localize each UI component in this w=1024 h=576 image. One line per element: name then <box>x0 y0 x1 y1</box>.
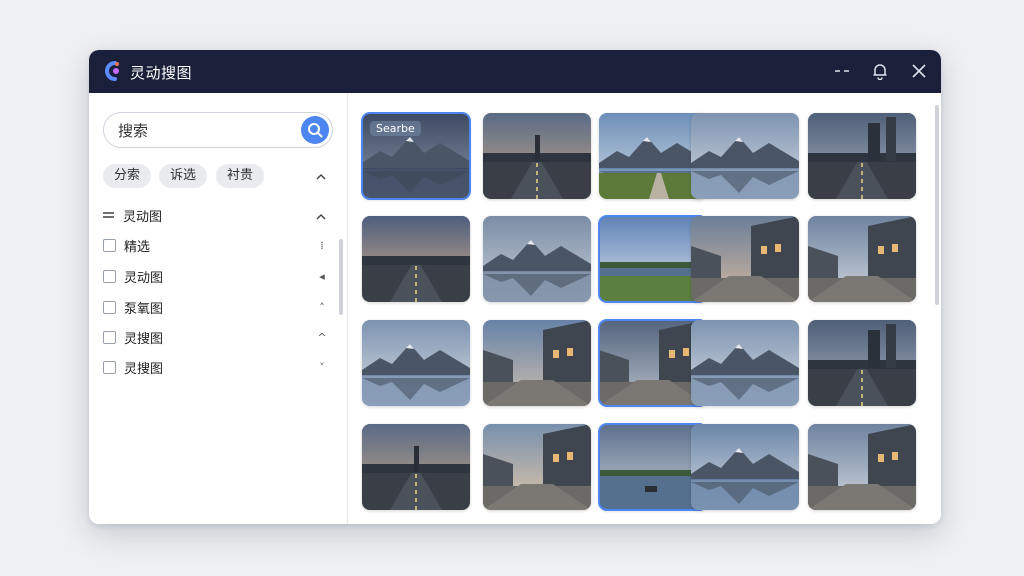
thumbnail-image <box>691 424 799 510</box>
search-button[interactable] <box>301 116 329 144</box>
row-toggle[interactable]: ˄ <box>315 301 329 314</box>
tree-item-animated[interactable]: 灵动图 <box>103 265 163 287</box>
image-thumbnail[interactable] <box>808 424 916 510</box>
menu-icon <box>103 212 114 218</box>
notification-button[interactable] <box>869 60 891 82</box>
tree-item-label: 精选 <box>124 239 151 255</box>
image-thumbnail[interactable] <box>362 216 470 302</box>
tree-item-root[interactable]: 灵动图 <box>103 204 162 226</box>
tree-item-label: 灵搜图 <box>124 361 164 377</box>
search-box <box>103 112 333 148</box>
image-thumbnail[interactable] <box>483 113 591 199</box>
thumbnail-tag: Searbe <box>370 121 421 136</box>
row-toggle[interactable]: ˅ <box>315 361 329 374</box>
image-thumbnail[interactable] <box>808 113 916 199</box>
search-icon <box>308 123 323 138</box>
row-toggle[interactable]: ◂ <box>315 270 329 283</box>
row-toggle[interactable]: ^ <box>315 331 329 344</box>
title-bar: 灵动搜图 <box>89 50 941 93</box>
thumbnail-image <box>808 216 916 302</box>
thumbnail-image <box>483 424 591 510</box>
close-button[interactable] <box>908 60 930 82</box>
minimize-button[interactable] <box>831 60 853 82</box>
checkbox[interactable] <box>103 269 116 283</box>
image-grid: Searbe <box>348 93 941 524</box>
tree-item-search-1[interactable]: 灵搜图 <box>103 326 163 348</box>
thumbnail-image <box>808 113 916 199</box>
sidebar: 分索 诉选 衬贵 灵动图 精选 ⁞ 灵动图 ◂ 泵氧图 ˄ 灵搜图 ^ <box>89 93 348 524</box>
row-toggle[interactable]: ⁞ <box>315 239 329 252</box>
image-thumbnail[interactable] <box>808 320 916 406</box>
image-thumbnail[interactable] <box>483 216 591 302</box>
app-title: 灵动搜图 <box>130 64 193 82</box>
minimize-icon <box>835 70 849 72</box>
tree-item-pump[interactable]: 泵氧图 <box>103 296 163 318</box>
image-thumbnail[interactable] <box>362 320 470 406</box>
tree-item-featured[interactable]: 精选 <box>103 234 150 256</box>
image-thumbnail[interactable]: Searbe <box>361 112 471 200</box>
image-thumbnail[interactable] <box>691 113 799 199</box>
image-thumbnail[interactable] <box>691 216 799 302</box>
chip-resources[interactable]: 衬贵 <box>216 164 265 188</box>
search-input[interactable] <box>116 119 290 143</box>
thumbnail-image <box>691 216 799 302</box>
chevron-up-icon[interactable] <box>316 213 326 220</box>
thumbnail-image <box>808 424 916 510</box>
thumbnail-image <box>691 113 799 199</box>
tree-item-search-2[interactable]: 灵搜图 <box>103 356 163 378</box>
thumbnail-image <box>362 320 470 406</box>
close-icon <box>912 64 926 78</box>
chip-filter[interactable]: 诉选 <box>159 164 208 188</box>
tree-item-label: 泵氧图 <box>124 301 164 317</box>
thumbnail-image <box>808 320 916 406</box>
thumbnail-image <box>483 320 591 406</box>
image-thumbnail[interactable] <box>362 424 470 510</box>
checkbox[interactable] <box>103 360 116 374</box>
chevron-up-icon[interactable] <box>316 173 326 180</box>
image-thumbnail[interactable] <box>808 216 916 302</box>
grid-scrollbar[interactable] <box>935 105 939 305</box>
thumbnail-image <box>691 320 799 406</box>
app-window: 灵动搜图 分索 诉选 衬贵 灵动图 精选 ⁞ <box>89 50 941 524</box>
thumbnail-image <box>483 216 591 302</box>
checkbox[interactable] <box>103 238 116 252</box>
tree-item-label: 灵动图 <box>123 209 163 225</box>
thumbnail-image <box>362 424 470 510</box>
image-thumbnail[interactable] <box>483 320 591 406</box>
image-thumbnail[interactable] <box>483 424 591 510</box>
bell-icon <box>873 64 887 80</box>
image-thumbnail[interactable] <box>691 320 799 406</box>
thumbnail-image <box>362 216 470 302</box>
thumbnail-image <box>483 113 591 199</box>
checkbox[interactable] <box>103 330 116 344</box>
tree-item-label: 灵动图 <box>124 270 164 286</box>
app-logo-icon <box>105 61 119 81</box>
checkbox[interactable] <box>103 300 116 314</box>
chip-category[interactable]: 分索 <box>103 164 152 188</box>
sidebar-scrollbar[interactable] <box>339 239 343 315</box>
tree-item-label: 灵搜图 <box>124 331 164 347</box>
image-thumbnail[interactable] <box>691 424 799 510</box>
